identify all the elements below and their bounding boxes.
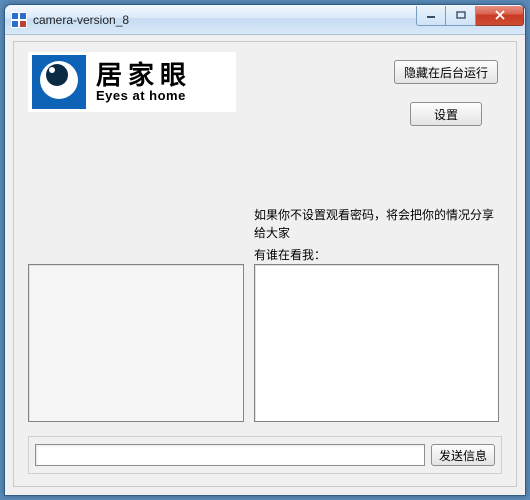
maximize-button[interactable] bbox=[446, 6, 476, 26]
message-input[interactable] bbox=[35, 444, 425, 466]
message-group: 发送信息 bbox=[28, 436, 502, 474]
client-area: 居家眼 Eyes at home 隐藏在后台运行 设置 如果你不设置观看密码，将… bbox=[13, 41, 517, 487]
app-icon bbox=[11, 12, 27, 28]
app-logo: 居家眼 Eyes at home bbox=[28, 52, 236, 112]
preview-panel bbox=[28, 264, 244, 422]
logo-text-en: Eyes at home bbox=[96, 89, 192, 103]
settings-label: 设置 bbox=[434, 106, 458, 123]
watchers-label: 有谁在看我： bbox=[254, 246, 326, 263]
hide-background-label: 隐藏在后台运行 bbox=[404, 64, 488, 81]
eye-logo-icon bbox=[32, 55, 86, 109]
logo-text: 居家眼 Eyes at home bbox=[96, 61, 192, 104]
minimize-icon bbox=[426, 11, 436, 19]
info-text: 如果你不设置观看密码，将会把你的情况分享给大家 bbox=[254, 206, 494, 242]
titlebar: camera-version_8 bbox=[5, 5, 525, 35]
logo-text-cn: 居家眼 bbox=[96, 61, 192, 90]
close-icon bbox=[494, 10, 506, 20]
window-title: camera-version_8 bbox=[33, 13, 416, 27]
send-label: 发送信息 bbox=[439, 447, 487, 464]
minimize-button[interactable] bbox=[416, 6, 446, 26]
watchers-list[interactable] bbox=[254, 264, 499, 422]
window-controls bbox=[416, 6, 524, 26]
settings-button[interactable]: 设置 bbox=[410, 102, 482, 126]
app-window: camera-version_8 居家眼 bbox=[4, 4, 526, 496]
hide-background-button[interactable]: 隐藏在后台运行 bbox=[394, 60, 498, 84]
close-button[interactable] bbox=[476, 6, 524, 26]
send-button[interactable]: 发送信息 bbox=[431, 444, 495, 466]
maximize-icon bbox=[456, 11, 466, 19]
